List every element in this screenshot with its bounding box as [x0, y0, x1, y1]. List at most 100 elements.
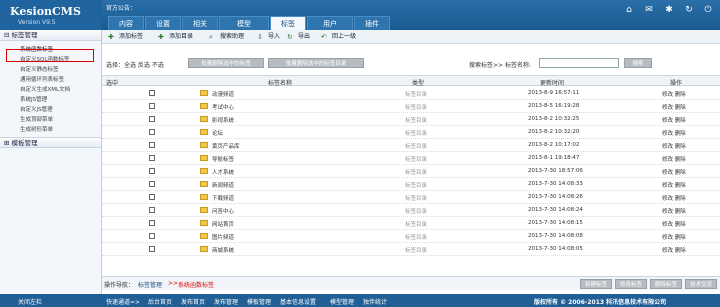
close-sidebar-link[interactable]: 关闭左栏: [18, 297, 42, 306]
footer-link-model[interactable]: 模型管理: [330, 297, 354, 306]
tab-settings[interactable]: 设置: [145, 16, 181, 30]
tag-name[interactable]: 网站首页: [212, 220, 234, 228]
tag-name[interactable]: 商城系统: [212, 246, 234, 254]
row-actions[interactable]: 修改 删除: [662, 90, 686, 98]
add-folder-button[interactable]: ✚ 添加目录: [158, 32, 193, 42]
power-icon[interactable]: ⏻: [703, 5, 713, 15]
tab-model[interactable]: 模型: [219, 16, 269, 30]
table-row[interactable]: 考试中心 标签目录 2013-8-5 16:19:28 修改 删除: [102, 100, 720, 113]
footer-link-publish-manage[interactable]: 发布管理: [214, 297, 238, 306]
tag-name[interactable]: 问答中心: [212, 207, 234, 215]
table-row[interactable]: 问答中心 标签目录 2013-7-30 14:08:24 修改 删除: [102, 204, 720, 217]
row-checkbox[interactable]: [149, 194, 155, 200]
row-actions[interactable]: 修改 删除: [662, 142, 686, 150]
table-row[interactable]: 新闻频道 标签目录 2013-7-30 14:08:33 修改 删除: [102, 178, 720, 191]
sidebar-item-tree-menu[interactable]: 生成树形菜单: [0, 125, 101, 135]
sidebar-item-loop-list[interactable]: 通用循环列表标签: [0, 75, 101, 85]
import-button[interactable]: ⇩ 导入: [257, 32, 280, 42]
tag-name[interactable]: 黄页产品库: [212, 142, 240, 150]
tab-tags[interactable]: 标签: [270, 16, 306, 30]
sidebar-item-js[interactable]: 系统JS管理: [0, 95, 101, 105]
sidebar-section-tags[interactable]: ⊟ 标签管理: [0, 30, 101, 41]
row-actions[interactable]: 修改 删除: [662, 129, 686, 137]
row-checkbox[interactable]: [149, 103, 155, 109]
row-actions[interactable]: 修改 删除: [662, 246, 686, 254]
new-tag-button[interactable]: 新建标签: [580, 279, 612, 289]
row-checkbox[interactable]: [149, 90, 155, 96]
row-checkbox[interactable]: [149, 168, 155, 174]
main-panel: ✚ 添加标签 ✚ 添加目录 ⌕ 搜索助理 ⇩ 导入 ↻ 导出 ↶ 回上一级 选择：全选 反选…: [102, 30, 720, 294]
sidebar-item-static[interactable]: 自定义静态标签: [0, 65, 101, 75]
table-row[interactable]: 论坛 标签目录 2013-8-2 10:32:20 修改 删除: [102, 126, 720, 139]
op-nav-link-tags[interactable]: 标签管理: [138, 280, 162, 289]
tag-type: 标签目录: [405, 92, 428, 98]
add-tag-button[interactable]: ✚ 添加标签: [108, 32, 143, 42]
footer-link-publish-home[interactable]: 发布首页: [181, 297, 205, 306]
tag-name[interactable]: 新闻频道: [212, 181, 234, 189]
row-actions[interactable]: 修改 删除: [662, 168, 686, 176]
tag-name[interactable]: 图片频道: [212, 233, 234, 241]
tab-related[interactable]: 相关: [182, 16, 218, 30]
row-checkbox[interactable]: [149, 233, 155, 239]
row-checkbox[interactable]: [149, 220, 155, 226]
edit-tag-button[interactable]: 修改标签: [615, 279, 647, 289]
refresh-icon[interactable]: ↻: [684, 5, 694, 15]
row-checkbox[interactable]: [149, 181, 155, 187]
tag-name[interactable]: 论坛: [212, 129, 223, 137]
row-actions[interactable]: 修改 删除: [662, 155, 686, 163]
row-actions[interactable]: 修改 删除: [662, 233, 686, 241]
footer-link-admin-home[interactable]: 后台首页: [148, 297, 172, 306]
delete-tag-button[interactable]: 删除标签: [650, 279, 682, 289]
settings-icon[interactable]: ✱: [664, 5, 674, 15]
tag-name[interactable]: 影视系统: [212, 116, 234, 124]
row-checkbox[interactable]: [149, 129, 155, 135]
row-actions[interactable]: 修改 删除: [662, 116, 686, 124]
table-row[interactable]: 动漫频道 标签目录 2013-8-9 16:57:11 修改 删除: [102, 87, 720, 100]
sidebar-item-xml[interactable]: 自定义生成XML文档: [0, 85, 101, 95]
select-options[interactable]: 选择：全选 反选 不选: [106, 60, 164, 69]
search-button[interactable]: 搜索: [624, 58, 652, 68]
table-row[interactable]: 导航标签 标签目录 2013-8-1 19:18:47 修改 删除: [102, 152, 720, 165]
tag-name[interactable]: 导航标签: [212, 155, 234, 163]
table-row[interactable]: 下载频道 标签目录 2013-7-30 14:08:26 修改 删除: [102, 191, 720, 204]
row-actions[interactable]: 修改 删除: [662, 103, 686, 111]
tag-name[interactable]: 考试中心: [212, 103, 234, 111]
row-checkbox[interactable]: [149, 142, 155, 148]
search-assistant-button[interactable]: ⌕ 搜索助理: [209, 32, 244, 42]
search-input[interactable]: [539, 58, 619, 68]
tab-users[interactable]: 用户: [307, 16, 353, 30]
batch-delete-tags-button[interactable]: 批量删除选中的标签: [188, 58, 264, 68]
tag-time: 2013-7-30 14:08:08: [528, 233, 583, 239]
row-actions[interactable]: 修改 删除: [662, 181, 686, 189]
tag-name[interactable]: 人才系统: [212, 168, 234, 176]
table-row[interactable]: 商城系统 标签目录 2013-7-30 14:08:05 修改 删除: [102, 243, 720, 256]
row-checkbox[interactable]: [149, 116, 155, 122]
table-row[interactable]: 网站首页 标签目录 2013-7-30 14:08:15 修改 删除: [102, 217, 720, 230]
row-actions[interactable]: 修改 删除: [662, 194, 686, 202]
back-button[interactable]: ↶ 回上一级: [321, 32, 356, 42]
table-row[interactable]: 图片频道 标签目录 2013-7-30 14:08:08 修改 删除: [102, 230, 720, 243]
row-checkbox[interactable]: [149, 155, 155, 161]
sidebar-item-top-menu[interactable]: 生成顶部菜单: [0, 115, 101, 125]
table-row[interactable]: 影视系统 标签目录 2013-8-2 10:32:25 修改 删除: [102, 113, 720, 126]
tag-name[interactable]: 动漫频道: [212, 90, 234, 98]
footer-link-stats[interactable]: 独伴统计: [363, 297, 387, 306]
batch-delete-folders-button[interactable]: 批量删除选中的标签目录: [268, 58, 364, 68]
row-checkbox[interactable]: [149, 207, 155, 213]
export-button[interactable]: ↻ 导出: [287, 32, 310, 42]
footer-link-basic-settings[interactable]: 基本信息设置: [280, 297, 316, 306]
footer-link-template[interactable]: 模板管理: [247, 297, 271, 306]
mail-icon[interactable]: ✉: [644, 5, 654, 15]
row-checkbox[interactable]: [149, 246, 155, 252]
row-actions[interactable]: 修改 删除: [662, 220, 686, 228]
sidebar-section-templates[interactable]: ⊞ 模板管理: [0, 137, 101, 148]
tech-support-button[interactable]: 技术交流: [685, 279, 717, 289]
home-icon[interactable]: ⌂: [624, 5, 634, 15]
tag-name[interactable]: 下载频道: [212, 194, 234, 202]
row-actions[interactable]: 修改 删除: [662, 207, 686, 215]
tab-plugins[interactable]: 插件: [354, 16, 390, 30]
table-row[interactable]: 黄页产品库 标签目录 2013-8-2 10:17:02 修改 删除: [102, 139, 720, 152]
table-row[interactable]: 人才系统 标签目录 2013-7-30 18:57:06 修改 删除: [102, 165, 720, 178]
tab-content[interactable]: 内容: [108, 16, 144, 30]
sidebar-item-custom-js[interactable]: 自定义JS管理: [0, 105, 101, 115]
